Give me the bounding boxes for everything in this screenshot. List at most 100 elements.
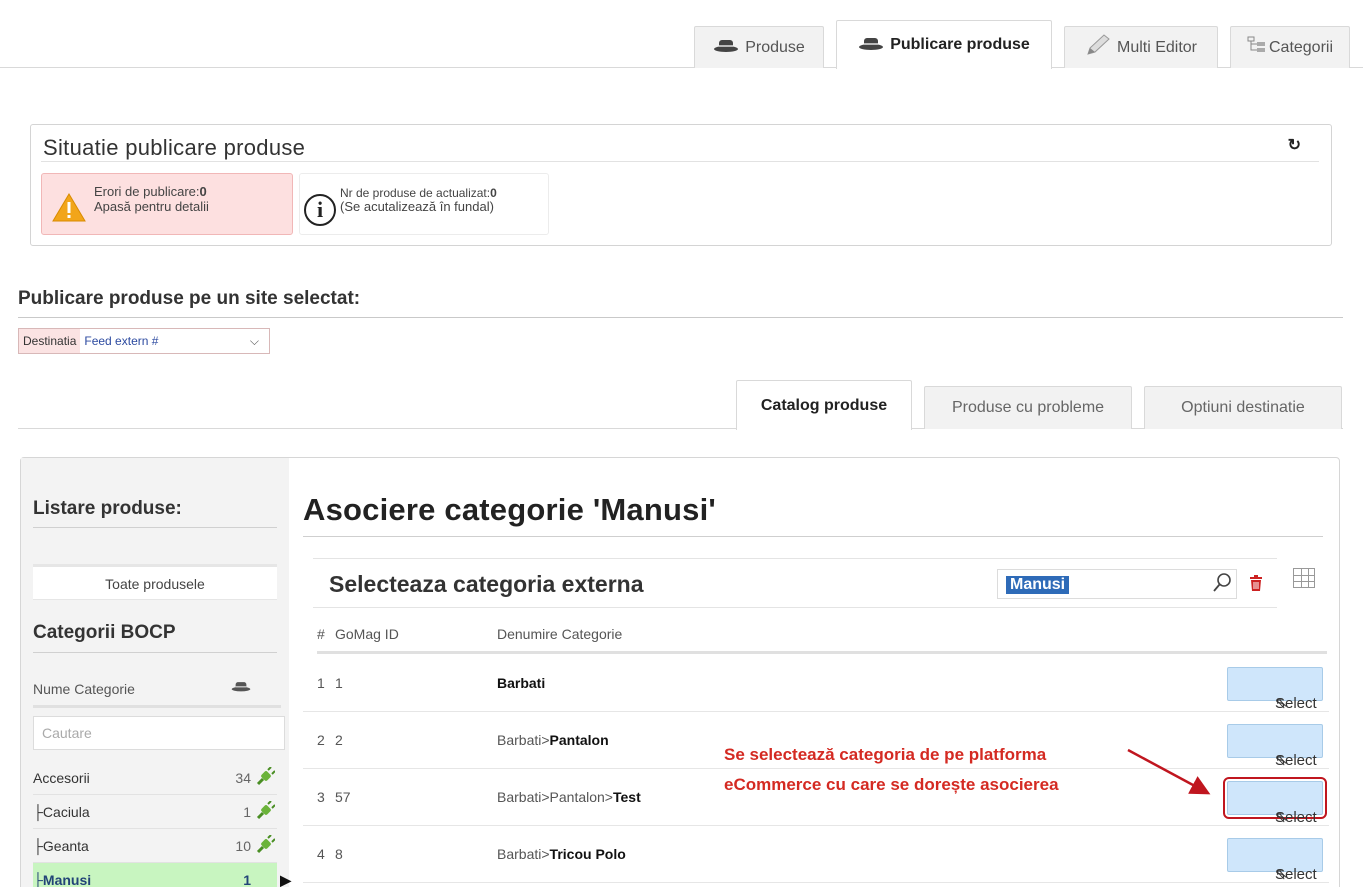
divider [33,527,277,528]
annotation-line: Se selectează categoria de pe platforma [724,745,1047,764]
select-button[interactable]: ⇖ Select [1227,724,1323,769]
sidebar: Listare produse: Toate produsele Categor… [21,458,291,887]
tab-produse-cu-probleme[interactable]: Produse cu probleme [924,386,1132,429]
tab-catalog-produse[interactable]: Catalog produse [736,380,912,430]
page-title: Asociere categorie 'Manusi' [303,492,716,527]
annotation-line: eCommerce cu care se dorește asocierea [724,775,1059,794]
category-name: ├Manusi [33,872,92,887]
category-name: ├Geanta [33,838,89,854]
tab-optiuni-destinatie[interactable]: Optiuni destinatie [1144,386,1342,429]
errors-count: 0 [199,184,207,199]
table-header: # GoMag ID Denumire Categorie [317,620,1327,654]
destination-value: Feed extern # [84,334,159,348]
divider [33,652,277,653]
select-button[interactable]: ⇖ Select [1223,777,1327,826]
publishing-errors-card[interactable]: Erori de publicare:0 Apasă pentru detali… [41,173,293,235]
update-label: Nr de produse de actualizat: [340,186,491,200]
grid-icon[interactable] [1293,568,1315,588]
hat-icon [713,37,739,58]
tab-label: Optiuni destinatie [1181,399,1305,416]
row-number: 4 [317,846,325,862]
plug-icon [255,829,276,867]
category-count: 1 [243,872,251,887]
plug-icon [255,761,276,799]
row-number: 1 [317,675,325,691]
row-number: 2 [317,732,325,748]
publishing-status-panel: Situatie publicare produse ↻ Erori de pu… [30,124,1332,246]
path-name: Test [612,789,641,805]
tab-label: Produse cu probleme [951,399,1105,416]
category-search-input[interactable]: Cautare [33,716,285,750]
path-name: Barbati [497,675,546,691]
button-label: Select [1275,866,1317,883]
category-name-header: Nume Categorie [33,670,281,708]
destination-selector[interactable]: Destinatia Feed extern # ⌵ [18,328,270,354]
update-hint: (Se acutalizează în fundal) [340,199,494,214]
annotation-text: Se selectează categoria de pe platforma … [724,740,1059,800]
column-label: Nume Categorie [33,681,135,697]
hat-icon [858,35,884,56]
divider [18,317,1343,318]
gomag-id: 1 [335,675,343,691]
category-item-geanta[interactable]: ├Geanta 10 [33,829,277,863]
errors-text: Erori de publicare:0 Apasă pentru detali… [94,184,209,214]
row-number: 3 [317,789,325,805]
category-item-caciula[interactable]: ├Caciula 1 [33,795,277,829]
section-title: Publicare produse pe un site selectat: [18,288,361,309]
path-prefix: Barbati> [497,846,550,862]
tab-publicare-produse[interactable]: Publicare produse [836,20,1052,69]
path-prefix: Barbati> [497,732,550,748]
update-text: Nr de produse de actualizat:0 (Se acutal… [340,186,497,214]
category-path: Barbati>Tricou Polo [497,846,626,862]
update-count: 0 [490,186,497,200]
tree-icon [1247,36,1267,59]
path-name: Tricou Polo [549,846,626,862]
category-item-accesorii[interactable]: Accesorii 34 [33,761,277,795]
tab-categorii[interactable]: Categorii [1230,26,1350,68]
all-products-link[interactable]: Toate produsele [33,564,277,600]
category-count: 1 [243,804,251,820]
refresh-icon[interactable]: ↻ [1288,135,1301,155]
category-name: Accesorii [33,770,90,786]
tab-label: Produse [745,38,805,56]
tab-produse[interactable]: Produse [694,26,824,68]
select-button[interactable]: ⇖ Select [1227,838,1323,883]
category-count: 34 [235,770,251,786]
plug-icon [255,795,276,833]
hat-icon [231,670,251,708]
category-path: Barbati>Pantalon>Test [497,789,641,805]
search-icon[interactable] [1212,572,1232,599]
top-tab-bar: Produse Publicare produse Multi Editor C… [0,20,1363,69]
tab-multi-editor[interactable]: Multi Editor [1064,26,1218,68]
pencil-icon [1085,34,1111,61]
catalog-panel: Listare produse: Toate produsele Categor… [20,457,1340,887]
section-title: Selecteaza categoria externa [329,571,644,597]
catalog-tab-bar: Catalog produse Produse cu probleme Opti… [18,380,1343,430]
table-row: 1 1 Barbati ⇖ Select [303,655,1329,712]
info-icon: i [304,194,336,226]
external-category-search-input[interactable]: Manusi [997,569,1237,599]
panel-title: Situatie publicare produse [43,135,306,160]
table-row: 4 8 Barbati>Tricou Polo ⇖ Select [303,826,1329,883]
path-name: Pantalon [549,732,609,748]
destination-select[interactable]: Feed extern # ⌵ [80,329,269,353]
tab-label: Multi Editor [1116,38,1198,56]
warning-icon [52,192,86,227]
gomag-id: 2 [335,732,343,748]
gomag-id: 57 [335,789,351,805]
categories-title: Categorii BOCP [33,622,176,643]
category-item-manusi[interactable]: ├Manusi 1 ▶ [33,863,291,887]
external-category-header: Selecteaza categoria externa Manusi [313,558,1277,608]
column-header: GoMag ID [335,626,399,642]
trash-icon[interactable] [1249,575,1263,596]
triangle-right-icon: ▶ [280,872,291,887]
destination-label: Destinatia [19,329,81,353]
category-name: ├Caciula [33,804,90,820]
category-path: Barbati>Pantalon [497,732,609,748]
gomag-id: 8 [335,846,343,862]
select-button[interactable]: ⇖ Select [1227,667,1323,712]
tab-label: Publicare produse [890,36,1030,53]
category-path: Barbati [497,675,545,691]
tab-label: Categorii [1268,38,1334,56]
path-prefix: Barbati>Pantalon> [497,789,613,805]
